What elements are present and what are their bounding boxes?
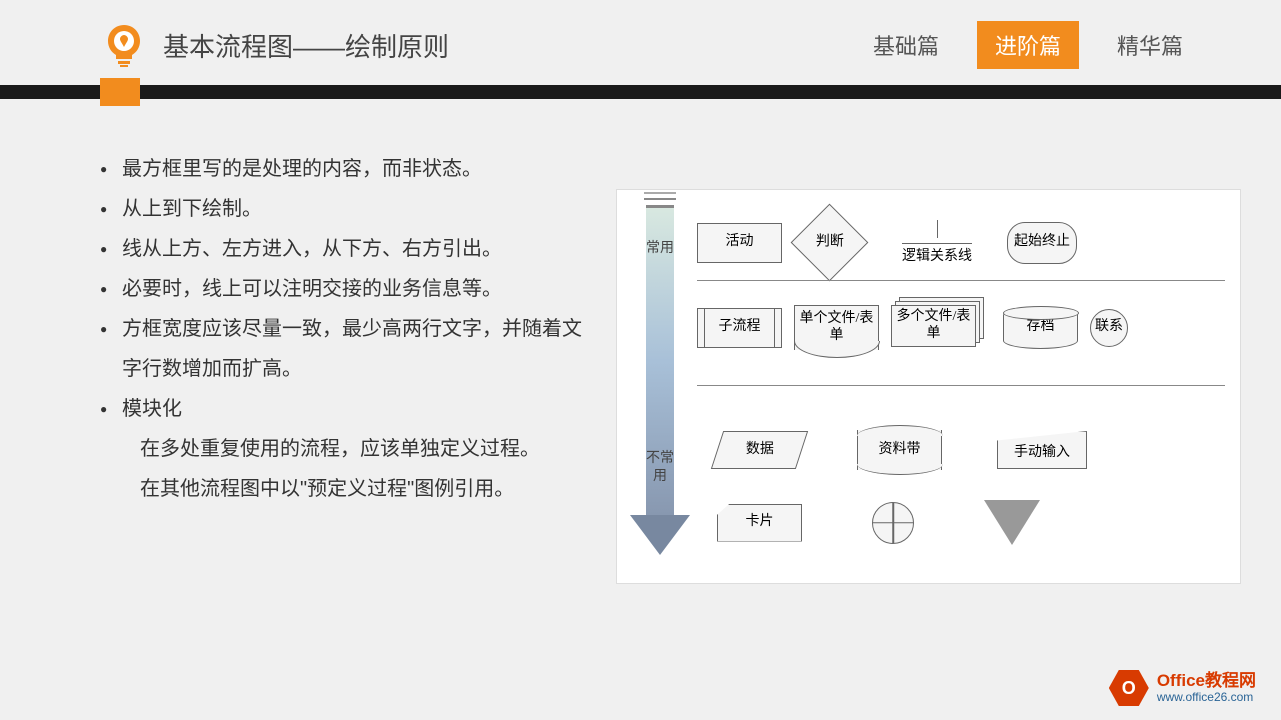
activity-shape: 活动 — [697, 223, 782, 263]
storage-shape: 存档 — [1003, 307, 1078, 349]
arrow-label-common: 常用 — [646, 240, 674, 258]
diagram-row-4: 卡片 — [697, 500, 1230, 545]
page-title: 基本流程图——绘制原则 — [163, 27, 855, 64]
logic-line-shape: 逻辑关系线 — [902, 220, 972, 266]
content-area: 最方框里写的是处理的内容，而非状态。 从上到下绘制。 线从上方、左方进入，从下方… — [0, 99, 1281, 584]
list-item: 从上到下绘制。 — [100, 189, 596, 229]
terminator-shape: 起始终止 — [1007, 222, 1077, 264]
manual-input-shape: 手动输入 — [997, 431, 1087, 469]
list-item: 线从上方、左方进入，从下方、右方引出。 — [100, 229, 596, 269]
diagram-row-3: 数据 资料带 手动输入 — [697, 430, 1230, 470]
flowchart-symbols-diagram: 常用 不常用 活动 判断 逻辑关系线 起始终止 子流程 单个文件/表单 多个文件… — [616, 189, 1241, 584]
multi-document-shape: 多个文件/表单 — [891, 305, 976, 350]
triangle-shape — [984, 500, 1040, 545]
arrow-label-uncommon: 不常用 — [646, 450, 674, 486]
divider-bar — [0, 85, 1281, 99]
tab-bar: 基础篇 进阶篇 精华篇 — [855, 21, 1201, 69]
lightbulb-icon — [100, 21, 148, 69]
principles-list: 最方框里写的是处理的内容，而非状态。 从上到下绘制。 线从上方、左方进入，从下方… — [100, 149, 596, 584]
connector-shape: 联系 — [1090, 309, 1128, 347]
cross-circle-shape — [872, 502, 914, 544]
list-item: 模块化 — [100, 389, 596, 429]
header: 基本流程图——绘制原则 基础篇 进阶篇 精华篇 — [0, 0, 1281, 80]
list-item: 必要时，线上可以注明交接的业务信息等。 — [100, 269, 596, 309]
card-shape: 卡片 — [717, 504, 802, 542]
footer-logo: O Office教程网 www.office26.com — [1109, 668, 1256, 708]
document-shape: 单个文件/表单 — [794, 305, 879, 350]
list-subitem: 在多处重复使用的流程，应该单独定义过程。 — [100, 429, 596, 469]
diagram-row-1: 活动 判断 逻辑关系线 起始终止 — [697, 215, 1230, 270]
logo-url: www.office26.com — [1157, 691, 1256, 704]
separator-line — [697, 280, 1225, 281]
tab-advanced[interactable]: 进阶篇 — [977, 21, 1079, 69]
accent-block — [100, 78, 140, 106]
list-item: 方框宽度应该尽量一致，最少高两行文字，并随着文字行数增加而扩高。 — [100, 309, 596, 389]
data-shape: 数据 — [711, 431, 808, 469]
tape-shape: 资料带 — [857, 430, 942, 470]
decision-shape: 判断 — [791, 204, 869, 282]
tab-essence[interactable]: 精华篇 — [1099, 21, 1201, 69]
logo-title: Office教程网 — [1157, 672, 1256, 691]
usage-arrow: 常用 不常用 — [635, 205, 685, 565]
tab-basic[interactable]: 基础篇 — [855, 21, 957, 69]
list-subitem: 在其他流程图中以"预定义过程"图例引用。 — [100, 469, 596, 509]
separator-line — [697, 385, 1225, 386]
subprocess-shape: 子流程 — [697, 308, 782, 348]
diagram-row-2: 子流程 单个文件/表单 多个文件/表单 存档 联系 — [697, 305, 1230, 350]
office-hex-icon: O — [1109, 668, 1149, 708]
list-item: 最方框里写的是处理的内容，而非状态。 — [100, 149, 596, 189]
